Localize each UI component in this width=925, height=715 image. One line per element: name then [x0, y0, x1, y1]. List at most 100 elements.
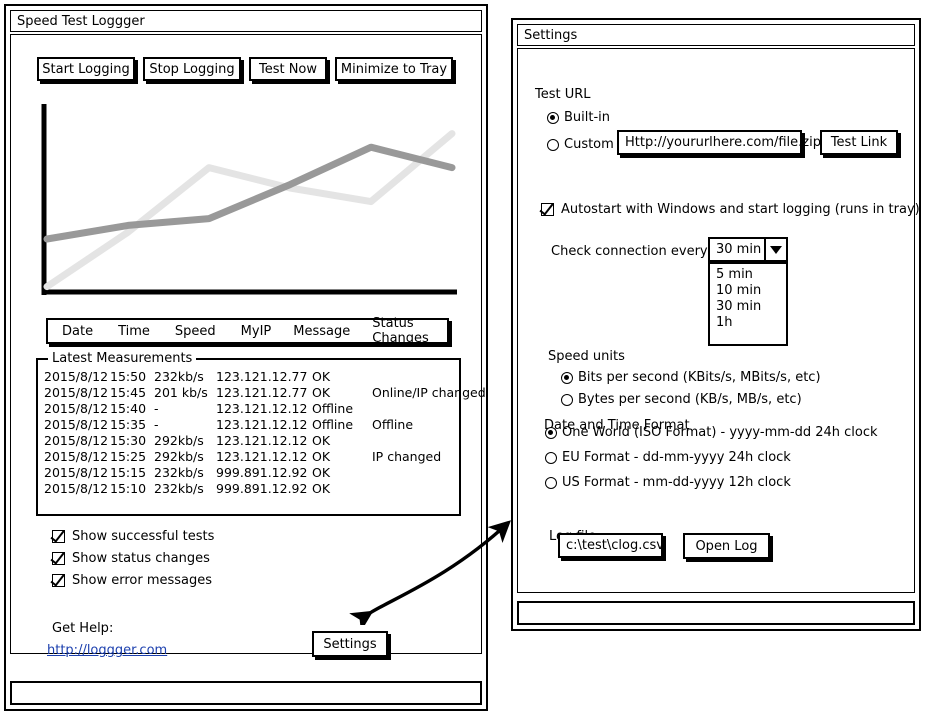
stop-logging-label: Stop Logging: [149, 61, 235, 77]
check-interval-label: Check connection every: [551, 244, 708, 259]
col-myip: MyIP: [240, 323, 272, 339]
checkbox-icon: [52, 574, 65, 587]
custom-url-value: Http://yoururlhere.com/file.zip: [625, 135, 821, 150]
table-row[interactable]: 2015/8/12 15:15 232kb/s 999.891.12.92 OK: [44, 464, 512, 480]
settings-button[interactable]: Settings: [312, 631, 388, 657]
measurements-list: 2015/8/12 15:50 232kb/s 123.121.12.77 OK 2015…: [44, 368, 512, 496]
cell-ip: 999.891.12.92: [216, 480, 308, 496]
minimize-to-tray-button[interactable]: Minimize to Tray: [335, 57, 453, 81]
cell-speed: 232kb/s: [154, 368, 204, 384]
col-date: Date: [62, 323, 94, 339]
log-file-path-input[interactable]: c:\test\clog.csv: [558, 533, 664, 558]
cell-date: 2015/8/12: [44, 416, 109, 432]
cell-time: 15:15: [110, 464, 147, 480]
cell-speed: 292kb/s: [154, 432, 204, 448]
cell-speed: 201 kb/s: [154, 384, 208, 400]
radio-eu-format[interactable]: EU Format - dd-mm-yyyy 24h clock: [545, 450, 791, 465]
check-interval-value: 30 min: [716, 242, 762, 257]
cell-message: OK: [312, 448, 331, 464]
table-row[interactable]: 2015/8/12 15:45 201 kb/s 123.121.12.77 OK Onl…: [44, 384, 512, 400]
latest-measurements-legend: Latest Measurements: [48, 352, 197, 365]
cell-ip: 123.121.12.12: [216, 448, 308, 464]
filter-label: Show error messages: [72, 573, 213, 588]
cell-speed: 232kb/s: [154, 464, 204, 480]
table-row[interactable]: 2015/8/12 15:30 292kb/s 123.121.12.12 OK: [44, 432, 512, 448]
table-row[interactable]: 2015/8/12 15:10 232kb/s 999.891.12.92 OK: [44, 480, 512, 496]
filter-label: Show successful tests: [72, 529, 215, 544]
chevron-down-icon[interactable]: [764, 239, 786, 260]
radio-icon: [545, 426, 557, 439]
cell-status: IP changed: [372, 448, 442, 464]
dropdown-option[interactable]: 1h: [716, 315, 786, 331]
radio-icon: [561, 371, 573, 384]
check-interval-option-list[interactable]: 5 min 10 min 30 min 1h: [708, 262, 788, 346]
filter-show-error-messages[interactable]: Show error messages: [52, 573, 212, 588]
cell-date: 2015/8/12: [44, 384, 109, 400]
radio-us-format[interactable]: US Format - mm-dd-yyyy 12h clock: [545, 475, 791, 490]
cell-message: OK: [312, 464, 331, 480]
test-link-button[interactable]: Test Link: [820, 130, 898, 155]
cell-speed: -: [154, 400, 159, 416]
test-now-button[interactable]: Test Now: [249, 57, 327, 81]
radio-bytes-per-second[interactable]: Bytes per second (KB/s, MB/s, etc): [561, 392, 802, 407]
dropdown-option[interactable]: 30 min: [716, 299, 786, 315]
radio-builtin-url[interactable]: Built-in: [547, 110, 610, 125]
cell-status: Online/IP changed: [372, 384, 486, 400]
settings-window-titlebar: Settings: [517, 24, 915, 46]
cell-status: Offline: [372, 416, 414, 432]
radio-custom-url[interactable]: Custom: [547, 137, 614, 152]
settings-window-statusbar: [517, 601, 915, 625]
cell-message: OK: [312, 384, 331, 400]
cell-time: 15:30: [110, 432, 147, 448]
cell-time: 15:45: [110, 384, 147, 400]
cell-speed: -: [154, 416, 159, 432]
autostart-label: Autostart with Windows and start logging…: [561, 202, 920, 217]
chart-line-download: [43, 143, 456, 243]
radio-builtin-icon: [547, 111, 559, 124]
cell-date: 2015/8/12: [44, 400, 109, 416]
settings-window: Settings Test URL Built-in Custom Http:/…: [511, 18, 921, 631]
cell-ip: 123.121.12.12: [216, 416, 308, 432]
cell-ip: 123.121.12.77: [216, 368, 308, 384]
dropdown-option[interactable]: 5 min: [716, 267, 786, 283]
col-time: Time: [118, 323, 150, 339]
cell-ip: 999.891.12.92: [216, 464, 308, 480]
cell-message: OK: [312, 432, 331, 448]
chart-line-upload: [43, 130, 456, 291]
open-log-button[interactable]: Open Log: [683, 533, 770, 559]
checkbox-icon: [52, 552, 65, 565]
stop-logging-button[interactable]: Stop Logging: [143, 57, 241, 81]
radio-iso-format[interactable]: One World (ISO Format) - yyyy-mm-dd 24h …: [545, 425, 878, 440]
minimize-to-tray-label: Minimize to Tray: [340, 61, 448, 77]
help-link[interactable]: http://loggger.com: [47, 643, 167, 658]
radio-label: Bytes per second (KB/s, MB/s, etc): [578, 392, 802, 407]
col-message: Message: [293, 323, 351, 339]
log-file-path-value: c:\test\clog.csv: [566, 538, 664, 553]
table-row[interactable]: 2015/8/12 15:35-123.121.12.12 Offline Offli…: [44, 416, 512, 432]
cell-time: 15:40: [110, 400, 147, 416]
radio-custom-icon: [547, 138, 559, 151]
table-row[interactable]: 2015/8/12 15:25 292kb/s 123.121.12.12 OK IP c…: [44, 448, 512, 464]
col-speed: Speed: [174, 323, 216, 339]
cell-ip: 123.121.12.12: [216, 400, 308, 416]
settings-window-title: Settings: [524, 27, 578, 43]
cell-date: 2015/8/12: [44, 432, 109, 448]
radio-bits-per-second[interactable]: Bits per second (KBits/s, MBits/s, etc): [561, 370, 821, 385]
filter-show-successful-tests[interactable]: Show successful tests: [52, 529, 214, 544]
measurements-column-header: Date Time Speed MyIP Message Status Chan…: [46, 316, 449, 346]
cell-ip: 123.121.12.12: [216, 432, 308, 448]
cell-message: Offline: [312, 416, 354, 432]
autostart-check-icon: [541, 203, 554, 216]
cell-ip: 123.121.12.77: [216, 384, 308, 400]
main-window-title: Speed Test Loggger: [17, 13, 145, 29]
custom-url-input[interactable]: Http://yoururlhere.com/file.zip: [617, 130, 821, 155]
dropdown-option[interactable]: 10 min: [716, 283, 786, 299]
filter-show-status-changes[interactable]: Show status changes: [52, 551, 210, 566]
autostart-checkbox[interactable]: Autostart with Windows and start logging…: [541, 202, 920, 217]
cell-speed: 232kb/s: [154, 480, 204, 496]
table-row[interactable]: 2015/8/12 15:50 232kb/s 123.121.12.77 OK: [44, 368, 512, 384]
settings-connector-arrow: [349, 520, 511, 625]
table-row[interactable]: 2015/8/12 15:40- 123.121.12.12 Offline: [44, 400, 512, 416]
start-logging-button[interactable]: Start Logging: [37, 57, 135, 81]
check-interval-dropdown[interactable]: 30 min: [708, 237, 788, 262]
